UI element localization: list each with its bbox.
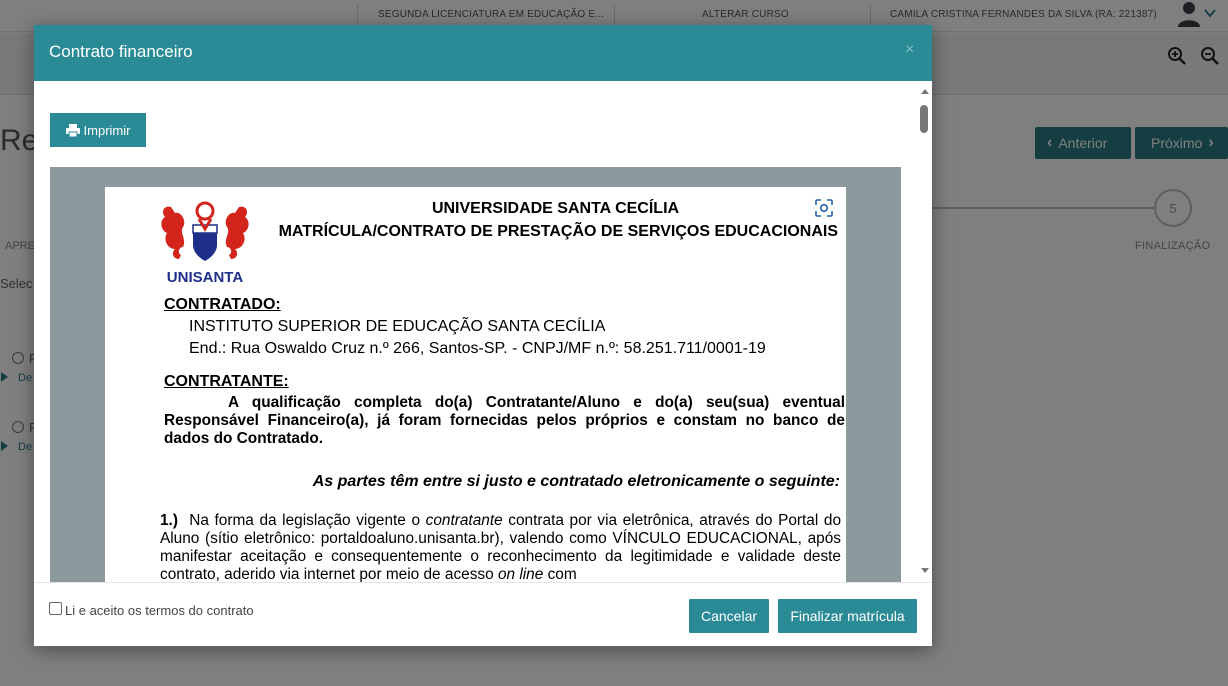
printer-icon: [65, 123, 80, 137]
modal-title: Contrato financeiro: [49, 42, 193, 61]
modal-header: Contrato financeiro ×: [34, 25, 932, 81]
svg-text:UNISANTA: UNISANTA: [167, 269, 244, 285]
modal-body[interactable]: Imprimir UNISANTA UNIVERSIDADE SANTA CEC…: [34, 81, 932, 582]
scrollbar[interactable]: [918, 81, 932, 582]
finish-enrollment-button[interactable]: Finalizar matrícula: [778, 599, 917, 633]
contratado-address: End.: Rua Oswaldo Cruz n.º 266, Santos-S…: [189, 340, 766, 357]
cancel-button[interactable]: Cancelar: [689, 599, 769, 633]
scroll-up-arrow-icon[interactable]: [921, 89, 929, 94]
clause-1: 1.) Na forma da legislação vigente o con…: [160, 512, 841, 582]
accept-terms-label[interactable]: Li e aceito os termos do contrato: [65, 603, 254, 618]
contratado-name: INSTITUTO SUPERIOR DE EDUCAÇÃO SANTA CEC…: [189, 318, 606, 335]
close-icon[interactable]: ×: [905, 41, 914, 59]
contratante-text: A qualificação completa do(a) Contratant…: [164, 394, 845, 447]
document-page: UNISANTA UNIVERSIDADE SANTA CECÍLIA MATR…: [105, 187, 846, 582]
scrollbar-thumb[interactable]: [920, 105, 928, 133]
contract-modal: Contrato financeiro × Imprimir UNISANTA …: [34, 25, 932, 646]
clause-1-text-a: Na forma da legislação vigente o: [189, 512, 421, 529]
document-heading-2: MATRÍCULA/CONTRATO DE PRESTAÇÃO DE SERVI…: [278, 223, 838, 240]
clause-1-number: 1.): [160, 512, 178, 529]
print-button[interactable]: Imprimir: [50, 113, 146, 147]
parties-text: As partes têm entre si justo e contratad…: [312, 473, 840, 490]
contratante-label: CONTRATANTE:: [164, 373, 289, 390]
clause-1-italic: contratante: [425, 512, 503, 529]
document-viewer[interactable]: UNISANTA UNIVERSIDADE SANTA CECÍLIA MATR…: [50, 167, 901, 582]
print-label: Imprimir: [83, 122, 131, 138]
scroll-down-arrow-icon[interactable]: [921, 568, 929, 573]
contratado-label: CONTRATADO:: [164, 296, 281, 313]
document-heading-1: UNIVERSIDADE SANTA CECÍLIA: [431, 200, 680, 217]
accept-terms-checkbox[interactable]: [49, 602, 62, 615]
clause-1-italic-2: on line: [497, 566, 544, 582]
clause-1-text-c: com: [547, 566, 577, 582]
modal-footer: Li e aceito os termos do contrato Cancel…: [34, 582, 932, 646]
